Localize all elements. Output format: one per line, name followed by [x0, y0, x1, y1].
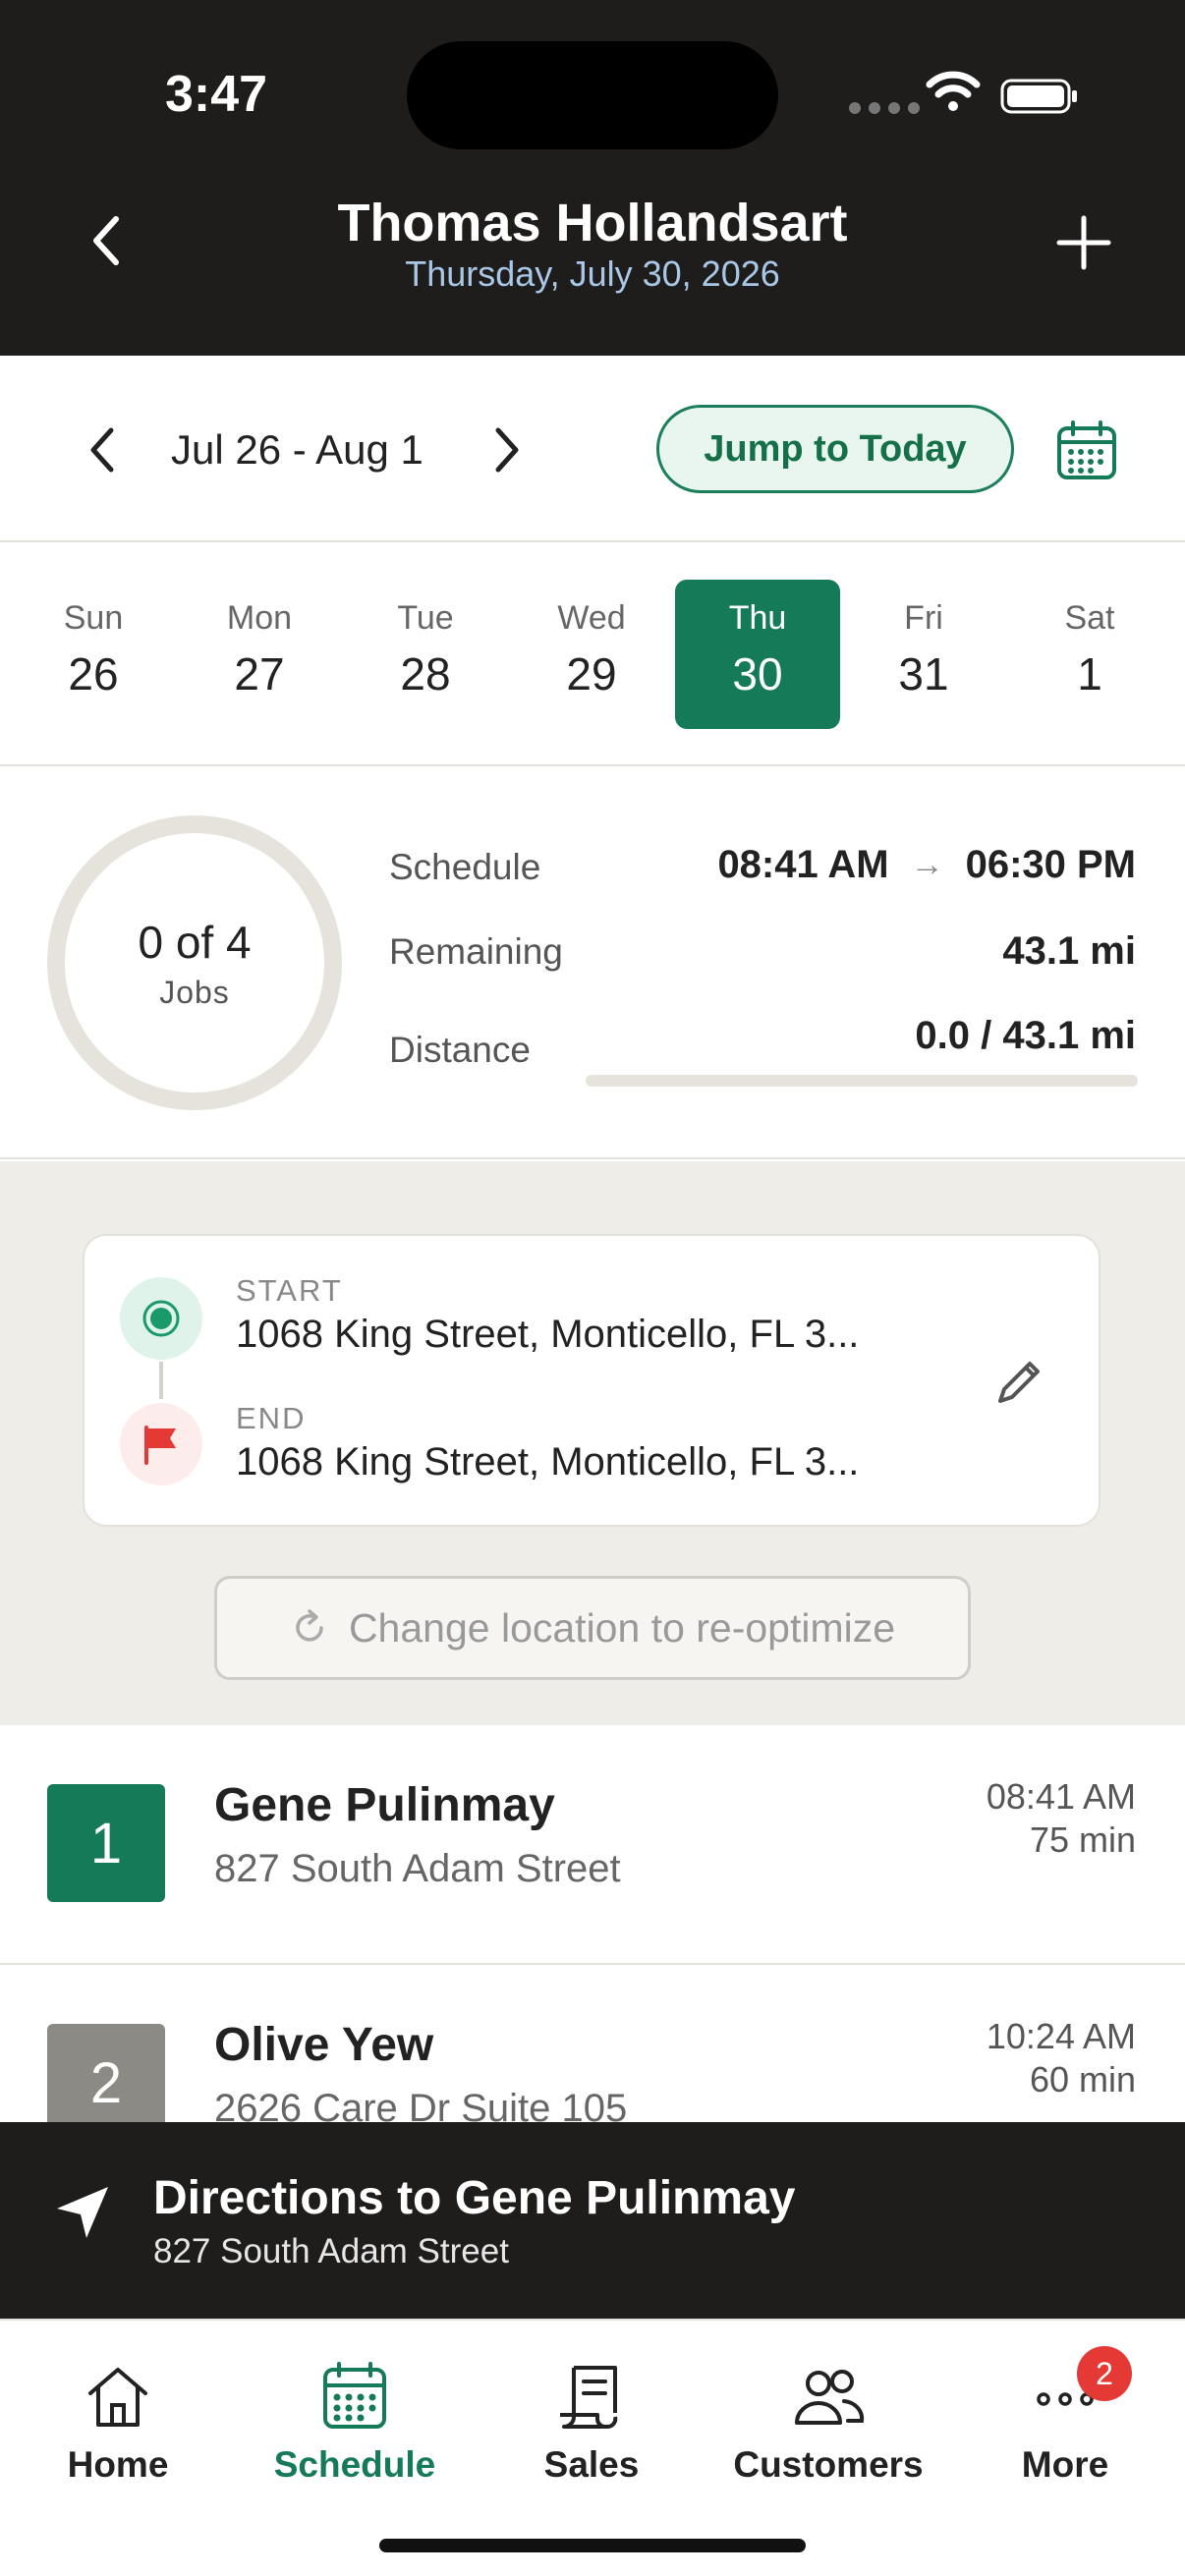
cellular-signal-icon [849, 102, 920, 114]
day-name: Sun [63, 599, 124, 637]
status-time: 3:47 [165, 66, 268, 123]
app-header: 3:47 Thomas Hollandsart Thursday, July 3… [0, 0, 1185, 356]
job-row-1[interactable]: 1 Gene Pulinmay 827 South Adam Street 08… [0, 1725, 1185, 1965]
tab-label: Customers [733, 2444, 924, 2485]
day-date: 26 [68, 648, 119, 700]
calendar-icon [323, 2362, 386, 2429]
tab-home[interactable]: Home [0, 2360, 236, 2486]
day-fri[interactable]: Fri 31 [841, 580, 1006, 729]
next-week-button[interactable] [483, 422, 531, 477]
distance-progress-bar [586, 1075, 1138, 1087]
distance-value: 0.0 / 43.1 mi [915, 1014, 1136, 1057]
people-icon [795, 2370, 865, 2425]
tab-more[interactable]: More [947, 2360, 1183, 2486]
tab-label: Schedule [273, 2444, 436, 2485]
previous-week-button[interactable] [79, 422, 126, 477]
job-time: 10:24 AM [986, 2016, 1136, 2056]
tab-label: Sales [543, 2444, 640, 2485]
day-name: Fri [904, 599, 943, 637]
job-duration: 75 min [1029, 1820, 1136, 1860]
dynamic-island [407, 41, 778, 149]
end-caption: END [236, 1401, 307, 1435]
day-date: 1 [1077, 648, 1102, 700]
end-address: 1068 King Street, Monticello, FL 3... [236, 1440, 860, 1484]
job-customer-name: Gene Pulinmay [214, 1779, 555, 1831]
jobs-label: Jobs [159, 975, 230, 1010]
pencil-icon[interactable] [988, 1354, 1047, 1413]
schedule-label: Schedule [389, 847, 541, 887]
job-duration: 60 min [1029, 2059, 1136, 2100]
day-name: Wed [557, 599, 626, 637]
day-thu-selected[interactable]: Thu 30 [675, 580, 840, 729]
refresh-icon [296, 1609, 323, 1642]
directions-bar[interactable]: Directions to Gene Pulinmay 827 South Ad… [0, 2122, 1185, 2319]
flag-icon [120, 1403, 202, 1485]
start-caption: START [236, 1273, 343, 1308]
start-address: 1068 King Street, Monticello, FL 3... [236, 1313, 860, 1356]
day-name: Tue [397, 599, 454, 637]
job-number-badge: 1 [47, 1784, 165, 1902]
week-navigator: Jul 26 - Aug 1 Jump to Today [0, 356, 1185, 542]
add-button[interactable] [1051, 210, 1116, 275]
day-tue[interactable]: Tue 28 [343, 580, 508, 729]
reoptimize-button[interactable]: Change location to re-optimize [214, 1576, 971, 1680]
day-sat[interactable]: Sat 1 [1007, 580, 1172, 729]
remaining-value: 43.1 mi [1002, 929, 1136, 973]
day-selector: Sun 26 Mon 27 Tue 28 Wed 29 Thu 30 Fri 3… [0, 544, 1185, 766]
route-section: START 1068 King Street, Monticello, FL 3… [0, 1161, 1185, 1725]
directions-title: Directions to Gene Pulinmay [153, 2172, 796, 2224]
reoptimize-label: Change location to re-optimize [348, 1604, 896, 1651]
route-connector [159, 1362, 163, 1399]
distance-label: Distance [389, 1030, 531, 1070]
job-customer-name: Olive Yew [214, 2019, 434, 2071]
chevron-left-icon [90, 427, 114, 473]
wifi-icon [926, 71, 981, 111]
schedule-time-range: 08:41 AM → 06:30 PM [717, 843, 1136, 887]
calendar-picker-icon[interactable] [1055, 419, 1118, 481]
schedule-start: 08:41 AM [717, 843, 889, 886]
jobs-count: 0 of 4 [138, 917, 252, 968]
tab-label: More [1021, 2444, 1109, 2485]
day-date: 31 [898, 648, 949, 700]
route-card[interactable]: START 1068 King Street, Monticello, FL 3… [83, 1234, 1100, 1527]
tab-customers[interactable]: Customers [710, 2360, 946, 2486]
plus-icon [1056, 215, 1111, 270]
battery-icon [1000, 79, 1077, 114]
day-sun[interactable]: Sun 26 [11, 580, 176, 729]
day-name: Thu [728, 599, 787, 637]
week-range-label: Jul 26 - Aug 1 [171, 426, 423, 473]
home-indicator[interactable] [379, 2539, 806, 2552]
tab-label: Home [67, 2444, 169, 2485]
notification-badge: 2 [1077, 2346, 1132, 2401]
receipt-icon [560, 2366, 618, 2429]
day-date: 27 [234, 648, 285, 700]
navigation-arrow-icon [57, 2187, 108, 2238]
job-address: 827 South Adam Street [214, 1847, 621, 1890]
job-time: 08:41 AM [986, 1776, 1136, 1817]
day-name: Sat [1064, 599, 1115, 637]
page-title: Thomas Hollandsart [337, 194, 848, 252]
schedule-summary: 0 of 4 Jobs Schedule 08:41 AM → 06:30 PM… [0, 768, 1185, 1159]
tab-bar: Home Schedule Sales Customers More [0, 2319, 1185, 2576]
remaining-label: Remaining [389, 931, 563, 972]
day-wed[interactable]: Wed 29 [509, 580, 674, 729]
day-name: Mon [226, 599, 293, 637]
home-icon [88, 2368, 147, 2427]
page-subtitle-date: Thursday, July 30, 2026 [405, 253, 780, 294]
chevron-right-icon [495, 427, 519, 473]
tab-sales[interactable]: Sales [474, 2360, 709, 2486]
day-mon[interactable]: Mon 27 [177, 580, 342, 729]
day-date: 30 [732, 648, 783, 700]
day-date: 29 [566, 648, 617, 700]
directions-address: 827 South Adam Street [153, 2232, 509, 2270]
day-date: 28 [400, 648, 451, 700]
jump-to-today-button[interactable]: Jump to Today [656, 405, 1014, 493]
start-location-icon [120, 1277, 202, 1360]
schedule-end: 06:30 PM [965, 843, 1136, 886]
arrow-right-icon: → [910, 846, 944, 883]
tab-schedule[interactable]: Schedule [237, 2360, 473, 2486]
